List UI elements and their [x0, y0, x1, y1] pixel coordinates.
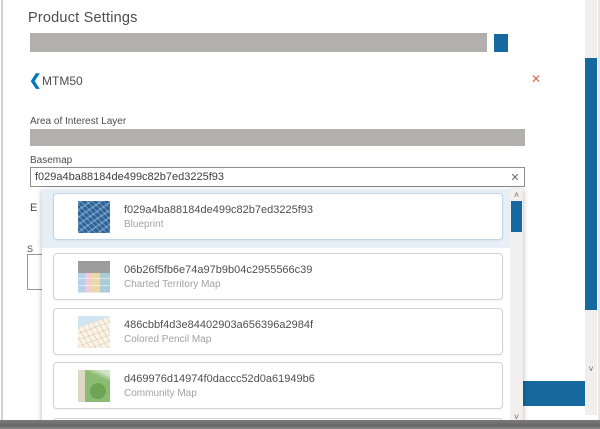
hidden-field-label-fragment-2: S [27, 244, 33, 254]
community-map-thumbnail [78, 370, 110, 402]
window-left-border [1, 0, 3, 420]
basemap-input[interactable] [31, 169, 506, 185]
header-blue-square-button[interactable] [494, 34, 508, 52]
hidden-checkbox-fragment[interactable] [27, 254, 43, 290]
basemap-item-name: Community Map [124, 388, 315, 399]
basemap-item-id: f029a4ba88184de499c82b7ed3225f93 [124, 204, 313, 216]
header-placeholder-bar [30, 33, 487, 52]
basemap-item-id: 486cbbf4d3e84402903a656396a2984f [124, 319, 313, 331]
basemap-dropdown: f029a4ba88184de499c82b7ed3225f93 Blueprin… [42, 188, 523, 425]
charted-map-thumbnail [78, 261, 110, 293]
page-title: Product Settings [28, 10, 138, 26]
aoi-layer-label: Area of Interest Layer [30, 116, 126, 127]
main-scrollbar-down-icon[interactable]: ˅ [585, 363, 597, 375]
basemap-item-name: Blueprint [124, 219, 313, 230]
dropdown-item-charted-territory-map[interactable]: 06b26f5fb6e74a97b9b04c2955566c39 Charted … [53, 253, 503, 300]
basemap-item-name: Colored Pencil Map [124, 334, 313, 345]
dropdown-item-blueprint[interactable]: f029a4ba88184de499c82b7ed3225f93 Blueprin… [53, 193, 503, 240]
pencil-map-thumbnail [78, 316, 110, 348]
window-bottom-edge [0, 420, 600, 429]
clear-input-icon[interactable]: ✕ [506, 171, 524, 184]
basemap-item-id: d469976d14974f0daccc52d0a61949b6 [124, 373, 315, 385]
basemap-item-id: 06b26f5fb6e74a97b9b04c2955566c39 [124, 264, 312, 276]
blueprint-map-thumbnail [78, 201, 110, 233]
hidden-field-label-fragment: E [30, 202, 37, 214]
dropdown-scrollbar-thumb[interactable] [511, 201, 522, 232]
dropdown-scrollbar[interactable]: ˄ ˅ [510, 188, 523, 425]
dropdown-item-community-map[interactable]: d469976d14974f0daccc52d0a61949b6 Communit… [53, 362, 503, 409]
back-nav-label[interactable]: MTM50 [42, 74, 83, 88]
dropdown-scroll-up-icon[interactable]: ˄ [510, 189, 523, 201]
back-chevron-icon[interactable]: ❮ [29, 71, 42, 89]
main-scrollbar[interactable]: ˅ [585, 0, 597, 415]
basemap-label: Basemap [30, 155, 72, 166]
aoi-layer-placeholder-bar[interactable] [30, 129, 525, 146]
basemap-input-wrap: ✕ [30, 167, 525, 187]
basemap-item-name: Charted Territory Map [124, 279, 312, 290]
main-scrollbar-thumb[interactable] [585, 58, 597, 310]
close-icon[interactable]: ✕ [531, 72, 541, 86]
dropdown-item-colored-pencil-map[interactable]: 486cbbf4d3e84402903a656396a2984f Colored … [53, 308, 503, 355]
